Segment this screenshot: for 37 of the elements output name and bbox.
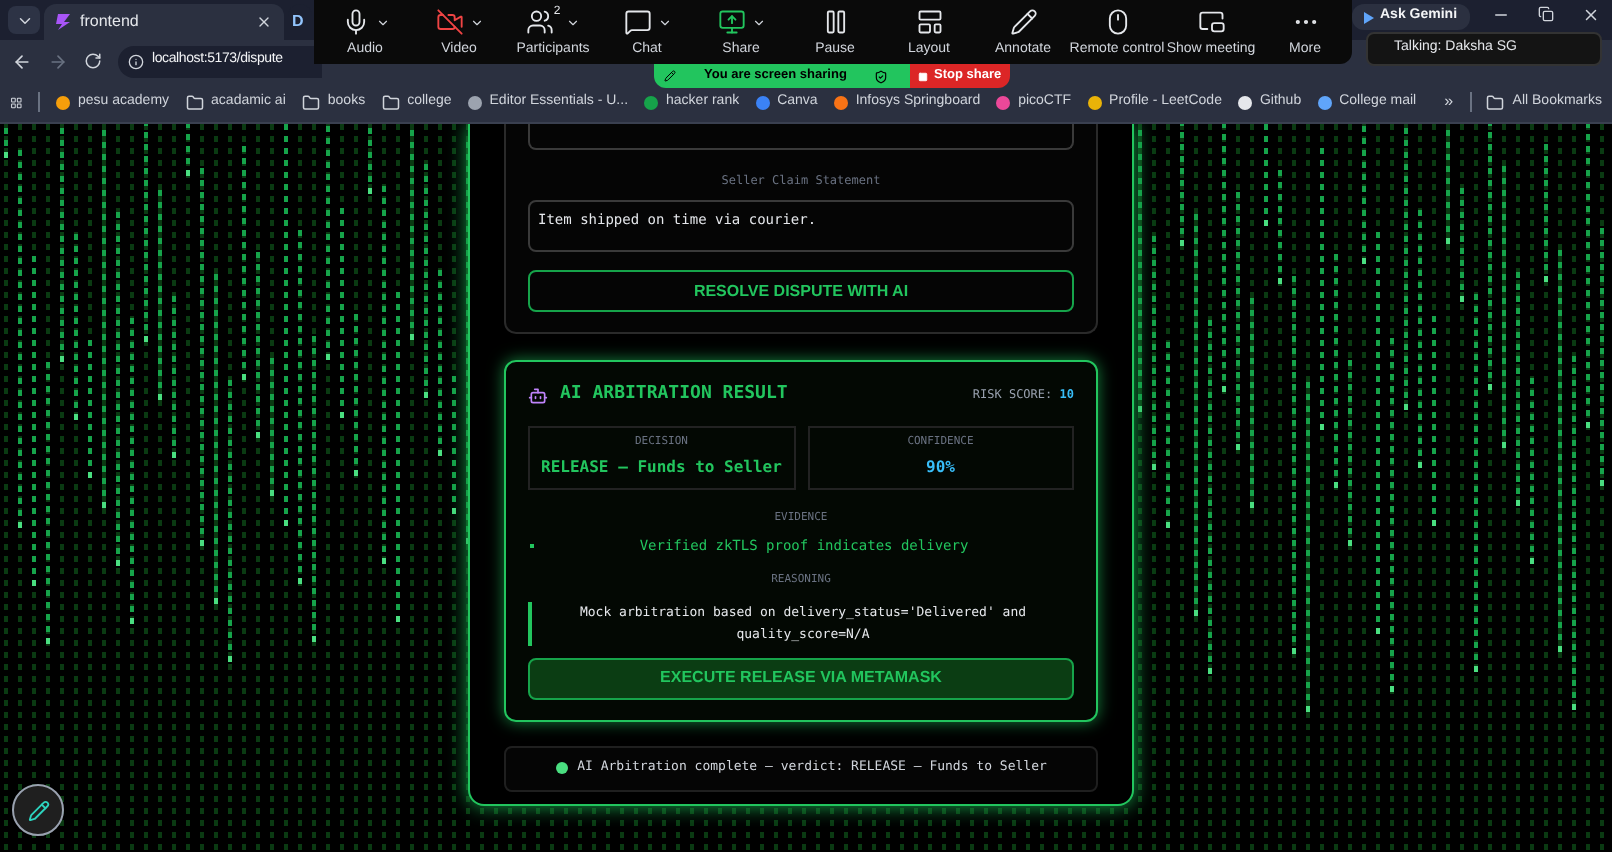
forward-icon[interactable]: [48, 51, 68, 71]
result-title: AI ARBITRATION RESULT: [560, 382, 788, 408]
folder-icon: [1486, 93, 1505, 111]
microphone-icon: [341, 8, 369, 36]
folder-icon: [301, 93, 320, 111]
close-icon[interactable]: [1582, 6, 1600, 24]
layout-icon: [915, 8, 943, 36]
more-bookmarks[interactable]: »: [1444, 90, 1454, 114]
reload-icon[interactable]: [84, 52, 102, 70]
tab-list-button[interactable]: [8, 6, 40, 34]
play-icon: [1364, 11, 1374, 23]
pencil-icon: [1009, 8, 1037, 36]
apps-grid-icon[interactable]: [10, 93, 23, 111]
shield-check-icon: [874, 69, 889, 83]
info-icon: [128, 53, 144, 69]
pencil-icon: [664, 70, 676, 82]
browser-tab[interactable]: frontend: [44, 4, 284, 40]
robot-icon: [528, 385, 548, 406]
people-icon: [525, 8, 554, 36]
pencil-icon: [27, 799, 49, 821]
close-icon[interactable]: [256, 14, 272, 30]
restore-icon[interactable]: [1538, 6, 1554, 22]
bolt-icon: [56, 14, 72, 30]
pause-icon: [821, 8, 849, 36]
stop-icon: [918, 71, 928, 81]
windows-icon: [1197, 8, 1225, 36]
folder-icon: [381, 93, 400, 111]
video-off-icon: [435, 8, 463, 36]
buyer-claim-field[interactable]: [528, 124, 1074, 150]
edit-button[interactable]: [12, 784, 64, 836]
screen-share-icon: [717, 8, 745, 36]
resolve-button[interactable]: RESOLVE DISPUTE WITH AI: [528, 270, 1074, 312]
chat-bubble-icon: [623, 8, 651, 36]
mouse-icon: [1103, 8, 1131, 36]
folder-icon: [185, 93, 204, 111]
execute-button[interactable]: EXECUTE RELEASE VIA METAMASK: [528, 657, 1074, 699]
back-icon[interactable]: [12, 51, 32, 71]
